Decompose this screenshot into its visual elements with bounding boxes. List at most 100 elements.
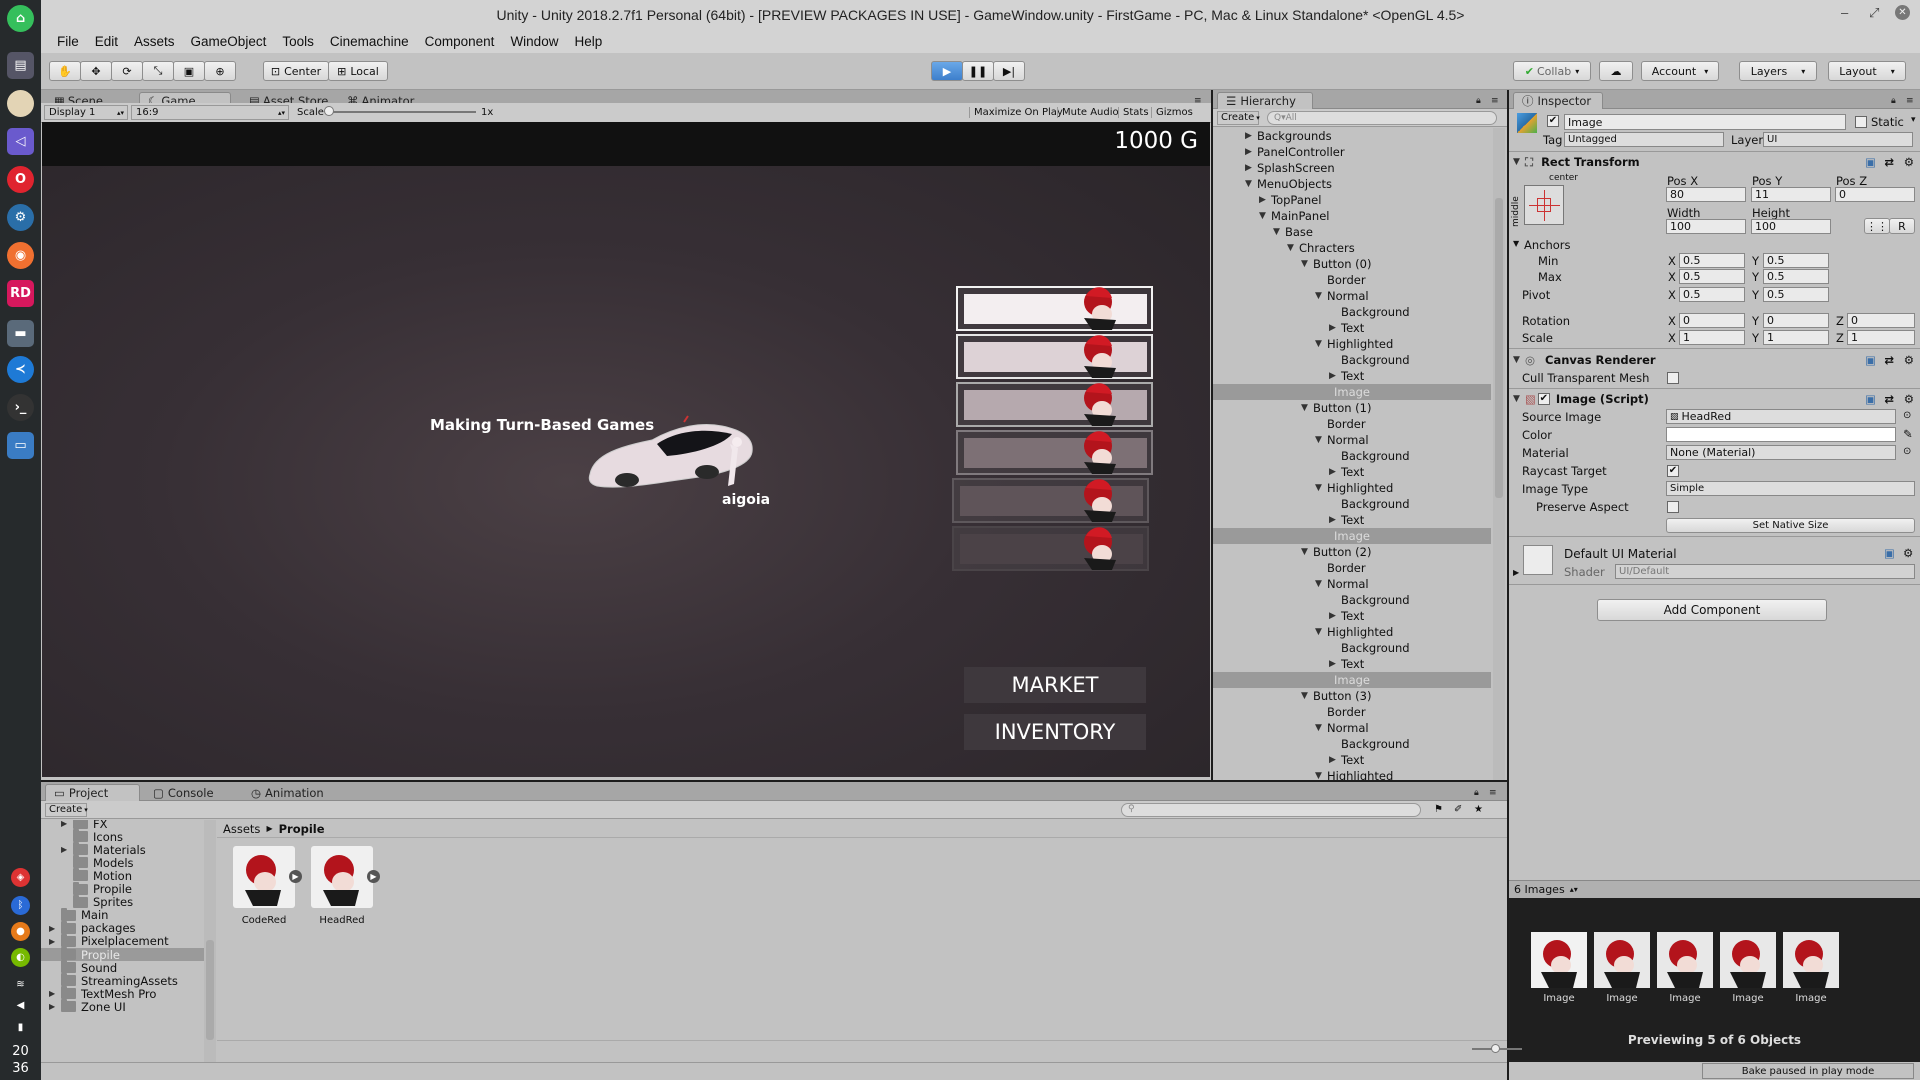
scale-x-field[interactable]: 1 bbox=[1679, 330, 1745, 345]
posy-field[interactable]: 11 bbox=[1751, 187, 1831, 202]
rotation-z-field[interactable]: 0 bbox=[1847, 313, 1915, 328]
transform-tool-button[interactable]: ⊕ bbox=[204, 61, 236, 81]
chevron-right-icon[interactable]: ▶ bbox=[1245, 131, 1257, 141]
hierarchy-row[interactable]: ▶ Backgrounds bbox=[1213, 128, 1491, 144]
gizmos-dropdown[interactable]: Gizmos bbox=[1151, 107, 1193, 118]
object-picker-icon[interactable]: ⊙ bbox=[1903, 446, 1911, 457]
posx-field[interactable]: 80 bbox=[1666, 187, 1746, 202]
shader-dropdown[interactable]: UI/Default bbox=[1615, 564, 1915, 579]
anchor-min-y-field[interactable]: 0.5 bbox=[1763, 253, 1829, 268]
play-button[interactable]: ▶ bbox=[931, 61, 963, 81]
height-field[interactable]: 100 bbox=[1751, 219, 1831, 234]
gear-icon[interactable]: ⚙ bbox=[1904, 392, 1914, 406]
hierarchy-row[interactable]: ▼ Highlighted bbox=[1213, 336, 1491, 352]
scale-z-field[interactable]: 1 bbox=[1847, 330, 1915, 345]
chevron-right-icon[interactable]: ▶ bbox=[1329, 515, 1341, 525]
panel-menu-icon[interactable]: ≡ bbox=[1481, 784, 1505, 801]
display-dropdown[interactable]: Display 1 ▴▾ bbox=[44, 105, 128, 120]
preset-icon[interactable]: ⇄ bbox=[1884, 392, 1894, 406]
files-icon[interactable]: ▤ bbox=[7, 52, 34, 79]
rotation-y-field[interactable]: 0 bbox=[1763, 313, 1829, 328]
panel-menu-icon[interactable]: ≡ bbox=[1898, 92, 1920, 109]
scale-slider[interactable] bbox=[326, 111, 476, 113]
hierarchy-row[interactable]: Background bbox=[1213, 640, 1491, 656]
hierarchy-row[interactable]: Image bbox=[1213, 528, 1491, 544]
image-enabled-checkbox[interactable]: ✔ bbox=[1537, 393, 1550, 405]
hierarchy-row[interactable]: Image bbox=[1213, 672, 1491, 688]
canvas-renderer-header[interactable]: ▼ ◎ Canvas Renderer ▣ ⇄ ⚙ bbox=[1509, 350, 1920, 370]
chevron-down-icon[interactable]: ▼ bbox=[1315, 291, 1327, 301]
hierarchy-search-input[interactable]: Q▾All bbox=[1267, 110, 1497, 125]
breadcrumb-current[interactable]: Propile bbox=[279, 822, 325, 836]
help-icon[interactable]: ▣ bbox=[1865, 392, 1876, 406]
hierarchy-row[interactable]: Border bbox=[1213, 560, 1491, 576]
pivot-y-field[interactable]: 0.5 bbox=[1763, 287, 1829, 302]
zoom-slider-handle[interactable] bbox=[1491, 1044, 1500, 1053]
battery-icon[interactable]: ▮ bbox=[11, 1018, 30, 1037]
chevron-down-icon[interactable]: ▼ bbox=[1315, 627, 1327, 637]
hand-tool-button[interactable]: ✋ bbox=[49, 61, 81, 81]
help-icon[interactable]: ▣ bbox=[1865, 353, 1876, 367]
game-viewport[interactable]: 1000 G Making Turn-Based Games aigoia MA… bbox=[42, 122, 1210, 777]
menu-window[interactable]: Window bbox=[502, 34, 566, 49]
gear-icon[interactable]: ⚙ bbox=[1903, 546, 1913, 560]
scale-tool-button[interactable]: ⤡ bbox=[142, 61, 174, 81]
chrome-icon[interactable] bbox=[7, 90, 34, 117]
preview-thumbnail[interactable]: Image bbox=[1594, 932, 1650, 1004]
help-icon[interactable]: ▣ bbox=[1884, 546, 1895, 560]
rect-tool-button[interactable]: ▣ bbox=[173, 61, 205, 81]
pivot-local-button[interactable]: ⊞ Local bbox=[328, 61, 388, 81]
static-checkbox[interactable] bbox=[1855, 116, 1867, 128]
scale-slider-handle[interactable] bbox=[324, 106, 334, 116]
filter-label-icon[interactable]: ✐ bbox=[1454, 804, 1462, 815]
preview-header[interactable]: 6 Images ▴▾ bbox=[1509, 880, 1920, 898]
hierarchy-row[interactable]: ▼ Chracters bbox=[1213, 240, 1491, 256]
hierarchy-row[interactable]: ▼ MainPanel bbox=[1213, 208, 1491, 224]
material-field[interactable]: None (Material) bbox=[1666, 445, 1896, 460]
menu-tools[interactable]: Tools bbox=[274, 34, 322, 49]
menu-component[interactable]: Component bbox=[417, 34, 503, 49]
chevron-right-icon[interactable]: ▶ bbox=[1329, 755, 1341, 765]
folder-item[interactable]: ▶ TextMesh Pro bbox=[41, 986, 204, 1001]
chevron-down-icon[interactable]: ▼ bbox=[1301, 691, 1313, 701]
hierarchy-row[interactable]: ▼ Base bbox=[1213, 224, 1491, 240]
folder-item[interactable]: Icons bbox=[41, 829, 204, 844]
chevron-down-icon[interactable]: ▼ bbox=[1315, 339, 1327, 349]
hierarchy-row[interactable]: Border bbox=[1213, 416, 1491, 432]
menu-edit[interactable]: Edit bbox=[87, 34, 126, 49]
tab-project[interactable]: ▭ Project bbox=[45, 784, 140, 801]
pivot-center-button[interactable]: ⊡ Center bbox=[263, 61, 329, 81]
eyedropper-icon[interactable]: ✎ bbox=[1903, 427, 1913, 441]
hierarchy-scrollbar[interactable] bbox=[1493, 128, 1505, 780]
chevron-right-icon[interactable]: ▶ bbox=[61, 820, 73, 828]
menu-cinemachine[interactable]: Cinemachine bbox=[322, 34, 417, 49]
rider-icon[interactable]: RD bbox=[7, 280, 34, 307]
object-name-field[interactable]: Image bbox=[1564, 114, 1846, 130]
stats-toggle[interactable]: Stats bbox=[1118, 107, 1149, 118]
anchor-preset-button[interactable] bbox=[1524, 185, 1564, 225]
expand-icon[interactable]: ▶ bbox=[367, 870, 380, 883]
hierarchy-row[interactable]: ▶ Text bbox=[1213, 752, 1491, 768]
anchor-min-x-field[interactable]: 0.5 bbox=[1679, 253, 1745, 268]
folder-item[interactable]: ▶ FX bbox=[41, 820, 204, 831]
app-launcher-icon[interactable]: ⌂ bbox=[7, 5, 34, 32]
hierarchy-row[interactable]: ▼ Normal bbox=[1213, 288, 1491, 304]
move-tool-button[interactable]: ✥ bbox=[80, 61, 112, 81]
blueprint-button[interactable]: ⋮⋮ bbox=[1864, 218, 1890, 234]
folder-item[interactable]: Main bbox=[41, 907, 204, 922]
hierarchy-row[interactable]: ▼ Normal bbox=[1213, 576, 1491, 592]
cloud-button[interactable]: ☁ bbox=[1599, 61, 1633, 81]
display-icon[interactable]: ▭ bbox=[7, 432, 34, 459]
hierarchy-row[interactable]: Background bbox=[1213, 304, 1491, 320]
hierarchy-row[interactable]: ▶ Text bbox=[1213, 512, 1491, 528]
tag-dropdown[interactable]: Untagged bbox=[1564, 132, 1724, 147]
tab-console[interactable]: ▢ Console bbox=[145, 784, 222, 801]
object-picker-icon[interactable]: ⊙ bbox=[1903, 410, 1911, 421]
hierarchy-row[interactable]: Background bbox=[1213, 592, 1491, 608]
folder-item[interactable]: ▶ Materials bbox=[41, 842, 204, 857]
close-icon[interactable]: ✕ bbox=[1895, 5, 1910, 20]
hierarchy-scroll-thumb[interactable] bbox=[1495, 198, 1503, 498]
rotate-tool-button[interactable]: ⟳ bbox=[111, 61, 143, 81]
chevron-down-icon[interactable]: ▼ bbox=[1315, 579, 1327, 589]
hierarchy-row[interactable]: ▶ Text bbox=[1213, 368, 1491, 384]
